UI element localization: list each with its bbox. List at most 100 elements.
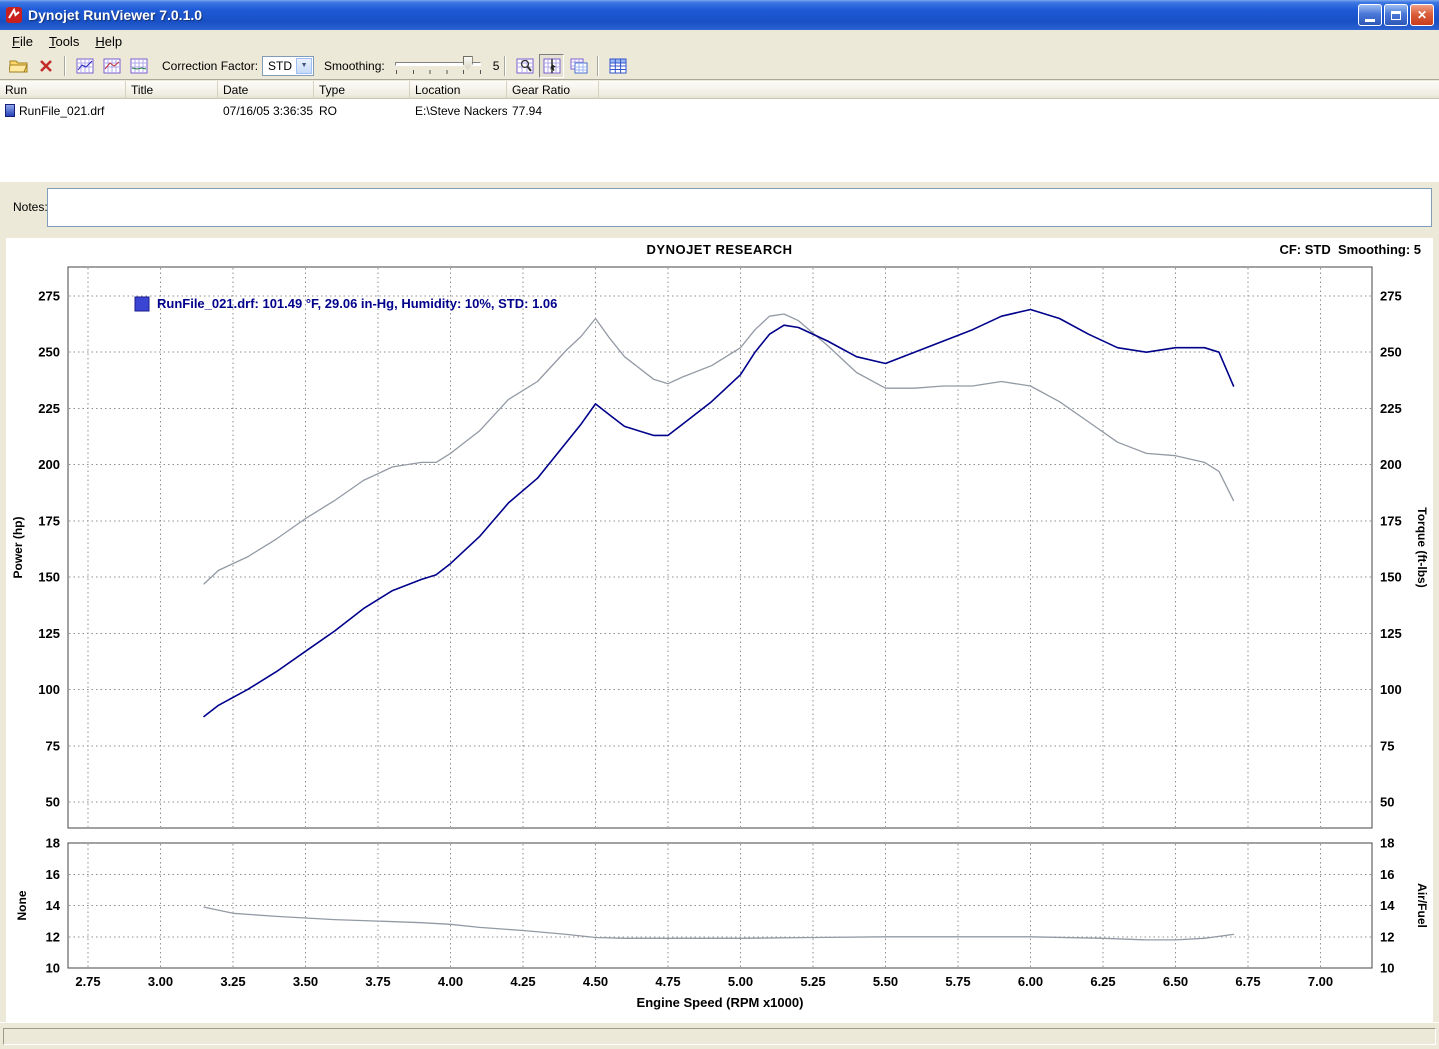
column-header-date[interactable]: Date xyxy=(218,81,314,99)
column-header-location[interactable]: Location xyxy=(410,81,507,99)
svg-text:200: 200 xyxy=(38,457,60,472)
svg-text:5.50: 5.50 xyxy=(873,974,898,989)
column-header-gear-ratio[interactable]: Gear Ratio xyxy=(507,81,599,99)
svg-text:5.75: 5.75 xyxy=(945,974,970,989)
svg-text:RunFile_021.drf: 101.49 °F, 29: RunFile_021.drf: 101.49 °F, 29.06 in-Hg,… xyxy=(157,296,557,311)
run-date-cell: 07/16/05 3:36:35 PM xyxy=(218,104,314,118)
svg-text:Torque (ft-lbs): Torque (ft-lbs) xyxy=(1415,507,1429,587)
run-list: Run Title Date Type Location Gear Ratio … xyxy=(0,81,1439,182)
delete-icon xyxy=(39,59,53,73)
svg-text:6.00: 6.00 xyxy=(1018,974,1043,989)
svg-text:250: 250 xyxy=(38,345,60,360)
notes-label: Notes: xyxy=(13,200,48,214)
svg-text:250: 250 xyxy=(1380,345,1402,360)
svg-text:275: 275 xyxy=(38,289,60,304)
air-fuel-curve xyxy=(204,907,1234,940)
chart-title: DYNOJET RESEARCH xyxy=(6,242,1433,257)
svg-text:4.00: 4.00 xyxy=(438,974,463,989)
column-header-title[interactable]: Title xyxy=(126,81,218,99)
cursor-chart-icon xyxy=(543,58,561,74)
svg-text:3.75: 3.75 xyxy=(365,974,390,989)
maximize-button[interactable] xyxy=(1384,4,1408,26)
smoothing-value: 5 xyxy=(493,59,500,73)
svg-text:Air/Fuel: Air/Fuel xyxy=(1415,883,1429,928)
minimize-button[interactable] xyxy=(1358,4,1382,26)
run-file-icon xyxy=(5,104,15,117)
zoom-graph-button[interactable] xyxy=(512,54,537,78)
svg-text:225: 225 xyxy=(1380,401,1402,416)
overlay-chart-icon xyxy=(570,58,588,74)
chevron-down-icon: ▼ xyxy=(296,58,312,74)
chart-panel: 2752752502502252252002001751751501501251… xyxy=(6,238,1433,1022)
svg-text:75: 75 xyxy=(46,738,60,753)
slider-thumb[interactable] xyxy=(463,56,473,70)
menu-tools[interactable]: Tools xyxy=(41,31,87,52)
svg-text:5.00: 5.00 xyxy=(728,974,753,989)
svg-text:100: 100 xyxy=(38,682,60,697)
correction-factor-select[interactable]: STD ▼ xyxy=(262,56,314,76)
status-panel xyxy=(3,1028,1436,1045)
menu-file[interactable]: File xyxy=(4,31,41,52)
svg-text:14: 14 xyxy=(46,898,61,913)
svg-text:10: 10 xyxy=(46,961,60,976)
run-type-cell: RO xyxy=(314,104,410,118)
chart-cf-smoothing: CF: STD Smoothing: 5 xyxy=(1279,242,1421,257)
run-file-name: RunFile_021.drf xyxy=(19,104,104,118)
svg-text:4.75: 4.75 xyxy=(655,974,680,989)
svg-text:12: 12 xyxy=(1380,929,1394,944)
power-curve xyxy=(204,310,1234,717)
toolbar-separator xyxy=(597,56,599,76)
graph-torque-button[interactable] xyxy=(99,54,124,78)
open-run-button[interactable] xyxy=(6,54,31,78)
graph-grid-icon xyxy=(76,58,94,74)
gridlines xyxy=(69,268,1371,967)
graph-afr-button[interactable] xyxy=(126,54,151,78)
svg-text:10: 10 xyxy=(1380,961,1394,976)
notes-input[interactable] xyxy=(47,188,1432,227)
svg-text:50: 50 xyxy=(46,795,60,810)
data-table-icon xyxy=(609,58,627,74)
graph-power-button[interactable] xyxy=(72,54,97,78)
legend-swatch xyxy=(135,297,149,311)
app-icon xyxy=(5,6,23,24)
svg-text:175: 175 xyxy=(1380,513,1402,528)
table-row[interactable]: RunFile_021.drf 07/16/05 3:36:35 PM RO E… xyxy=(0,102,1439,119)
svg-text:None: None xyxy=(15,890,29,920)
svg-text:100: 100 xyxy=(1380,682,1402,697)
toolbar-separator xyxy=(64,56,66,76)
chart-canvas[interactable]: 2752752502502252252002001751751501501251… xyxy=(6,238,1433,1022)
menu-help[interactable]: Help xyxy=(87,31,130,52)
cursor-tool-button[interactable] xyxy=(539,54,564,78)
smoothing-slider[interactable] xyxy=(393,54,483,78)
graph-grid-icon xyxy=(130,58,148,74)
open-folder-icon xyxy=(9,58,28,73)
svg-text:16: 16 xyxy=(46,867,60,882)
graph-grid-icon xyxy=(103,58,121,74)
run-gear-ratio-cell: 77.94 xyxy=(507,104,599,118)
svg-text:50: 50 xyxy=(1380,795,1394,810)
data-table-button[interactable] xyxy=(605,54,630,78)
svg-text:3.00: 3.00 xyxy=(148,974,173,989)
overlay-graph-button[interactable] xyxy=(566,54,591,78)
maximize-icon xyxy=(1391,11,1401,20)
svg-text:6.50: 6.50 xyxy=(1163,974,1188,989)
torque-curve xyxy=(204,314,1234,584)
svg-text:5.25: 5.25 xyxy=(800,974,825,989)
svg-text:150: 150 xyxy=(38,570,60,585)
svg-text:150: 150 xyxy=(1380,570,1402,585)
svg-text:125: 125 xyxy=(38,626,60,641)
app-window: Dynojet RunViewer 7.0.1.0 ✕ File Tools H… xyxy=(0,0,1439,1049)
column-header-type[interactable]: Type xyxy=(314,81,410,99)
toolbar: Correction Factor: STD ▼ Smoothing: 5 xyxy=(0,52,1439,80)
svg-text:7.00: 7.00 xyxy=(1308,974,1333,989)
svg-text:12: 12 xyxy=(46,929,60,944)
svg-text:Power (hp): Power (hp) xyxy=(11,516,25,578)
svg-text:125: 125 xyxy=(1380,626,1402,641)
delete-run-button[interactable] xyxy=(33,54,58,78)
window-title: Dynojet RunViewer 7.0.1.0 xyxy=(28,7,1358,23)
column-header-run[interactable]: Run xyxy=(0,81,126,99)
titlebar: Dynojet RunViewer 7.0.1.0 ✕ xyxy=(0,0,1439,30)
close-button[interactable]: ✕ xyxy=(1410,4,1434,26)
menubar: File Tools Help xyxy=(0,30,1439,52)
svg-text:4.25: 4.25 xyxy=(510,974,535,989)
